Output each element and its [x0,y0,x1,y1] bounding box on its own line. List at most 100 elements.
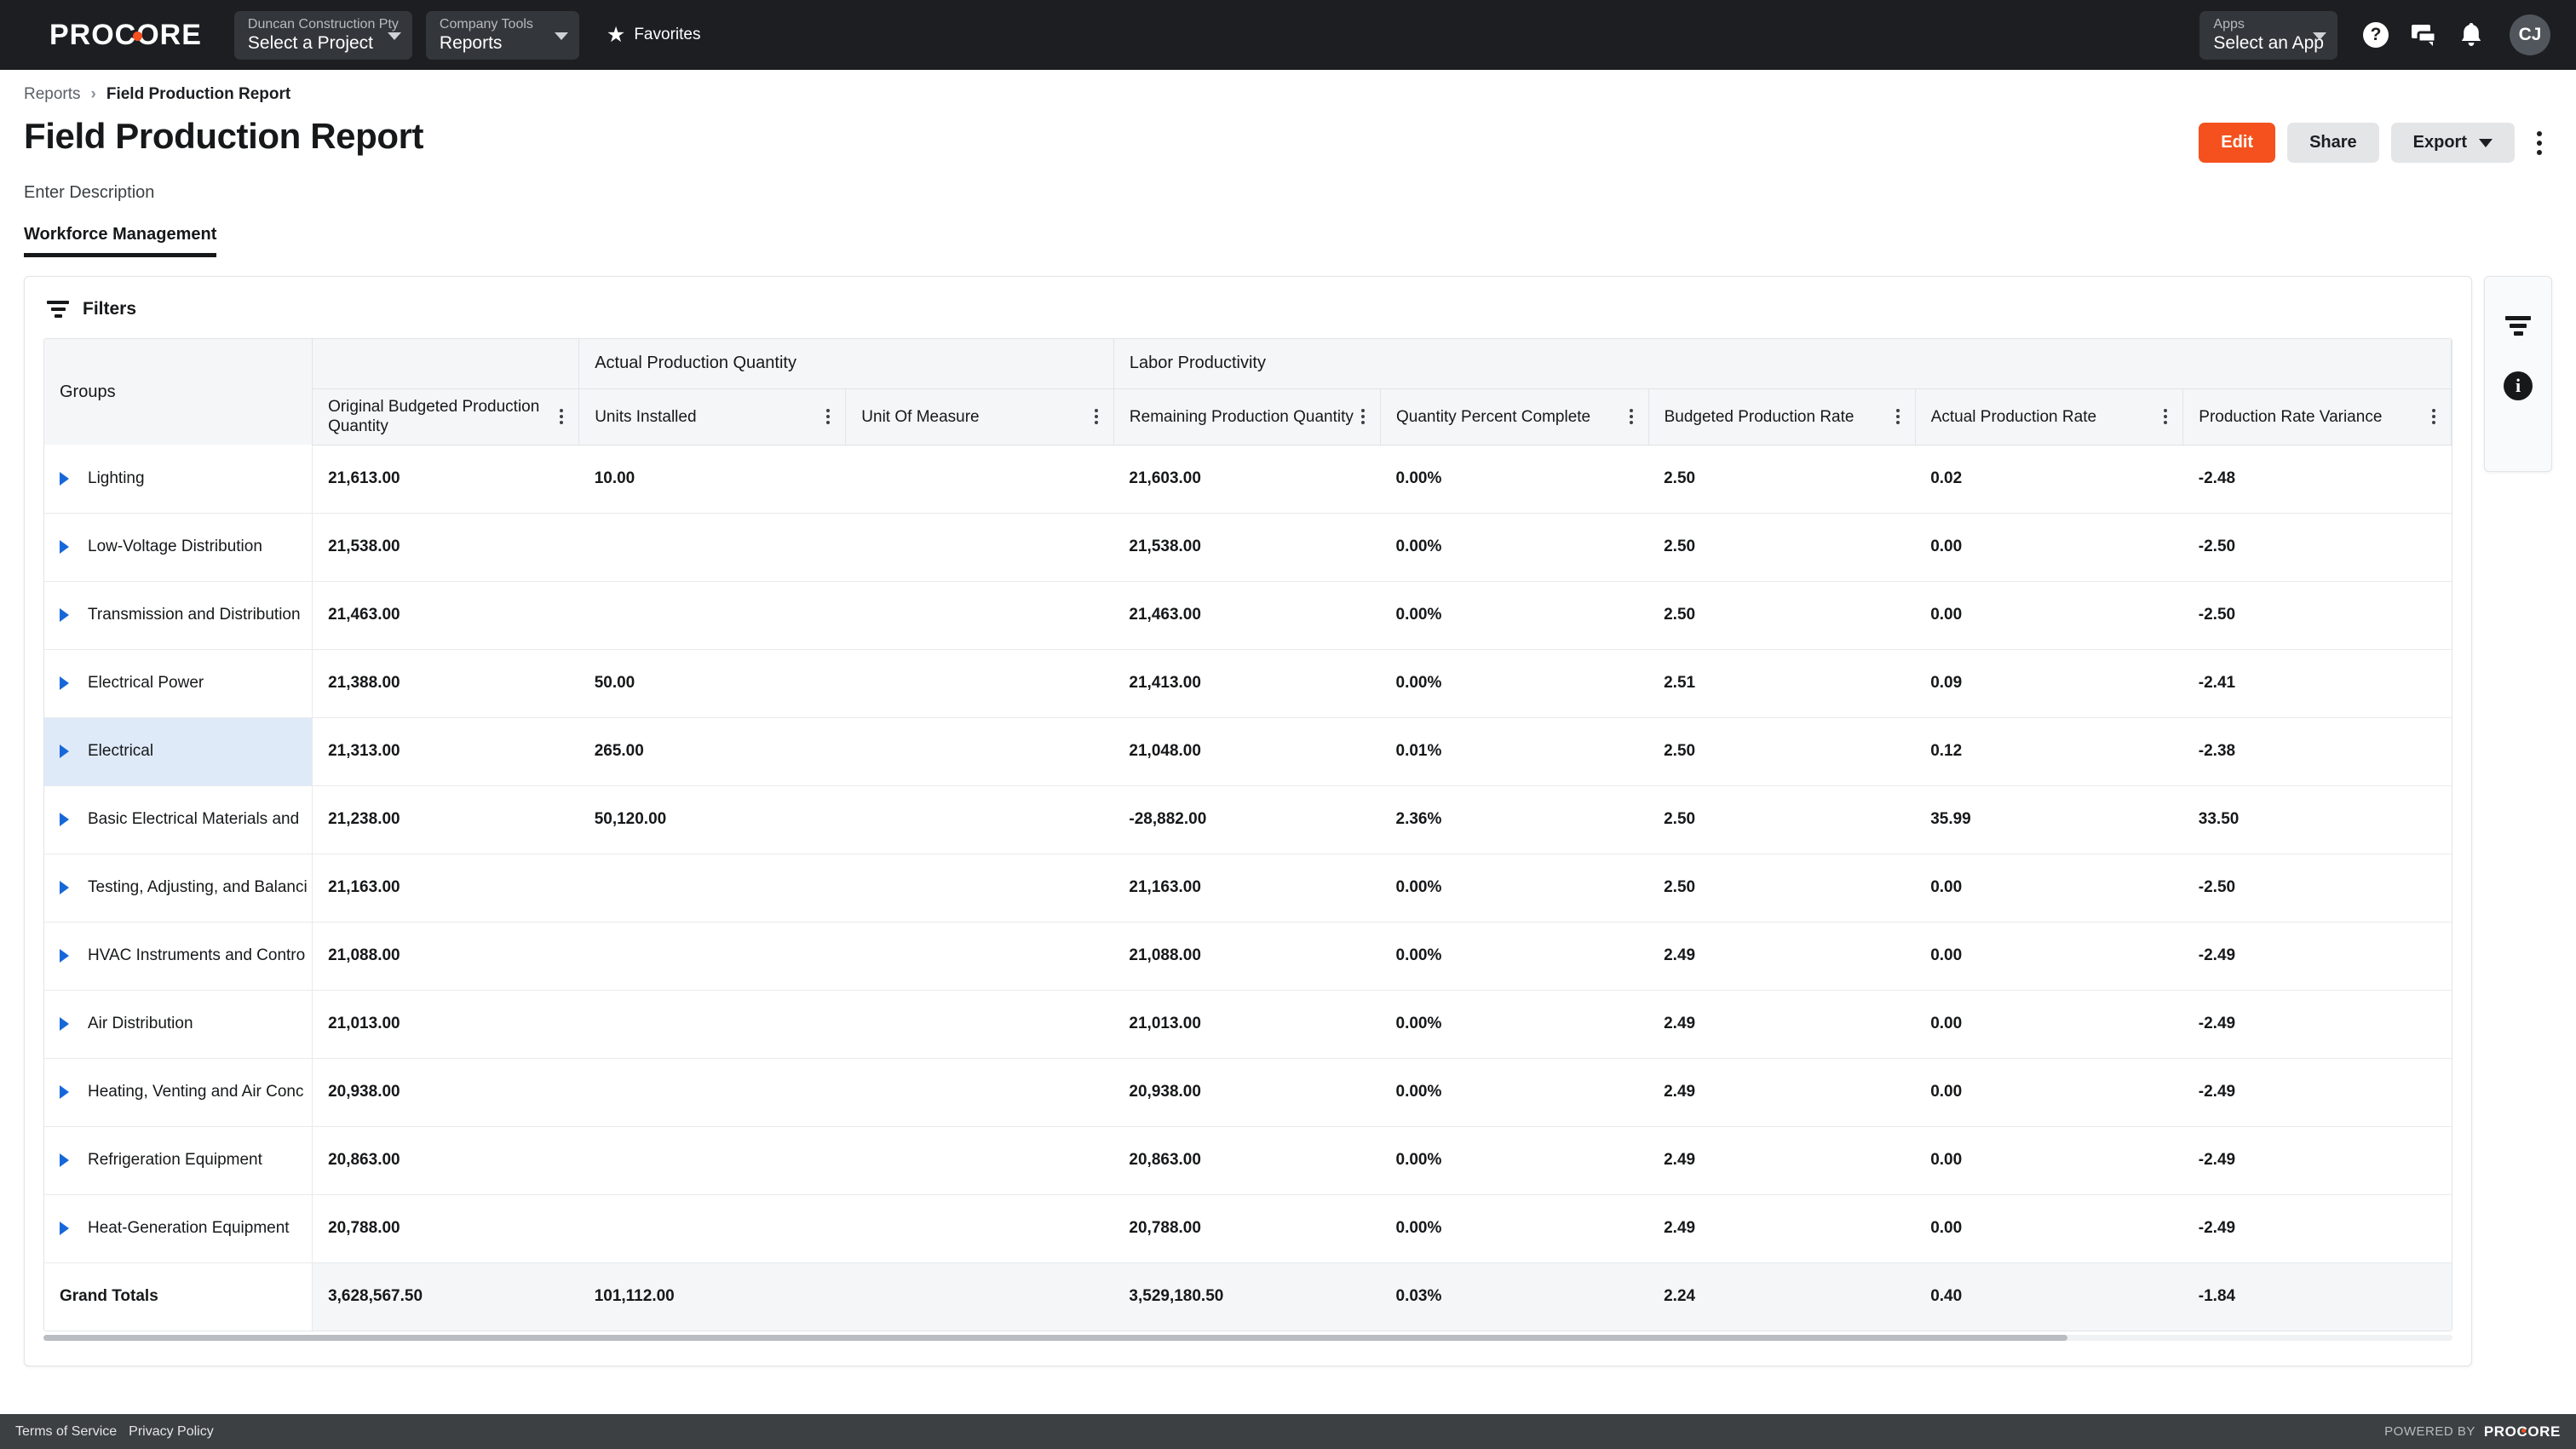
horizontal-scrollbar[interactable] [43,1331,2452,1341]
column-menu-icon[interactable] [1629,409,1633,424]
expand-row-arrow-icon[interactable] [60,471,69,486]
column-menu-icon[interactable] [2164,409,2168,424]
table-cell: -28,882.00 [1113,785,1381,854]
table-cell: 20,788.00 [312,1194,579,1263]
expand-row-arrow-icon[interactable] [60,813,69,826]
table-row[interactable]: Air Distribution 21,013.00 21,013.00 0.00% 2… [44,990,2452,1059]
apps-selector[interactable]: Apps Select an App [2199,10,2337,60]
company-tools-selector[interactable]: Company Tools Reports [425,10,579,60]
expand-row-arrow-icon[interactable] [60,608,69,622]
terms-of-service-link[interactable]: Terms of Service [15,1424,117,1440]
row-group-cell[interactable]: Heating, Venting and Air Conc [44,1058,313,1127]
row-group-cell[interactable]: Basic Electrical Materials and [44,785,313,854]
row-group-cell[interactable]: Testing, Adjusting, and Balanci [44,854,313,923]
table-cell: 0.00% [1380,445,1649,514]
table-cell: 20,938.00 [312,1058,579,1127]
breadcrumb-current: Field Production Report [106,85,291,103]
expand-row-arrow-icon[interactable] [60,881,69,894]
row-group-cell[interactable]: Electrical [44,717,313,786]
column-menu-icon[interactable] [1094,409,1098,424]
messages-button[interactable] [2409,20,2438,49]
table-row[interactable]: Lighting 21,613.00 10.00 21,603.00 0.00% 2.50… [44,445,2452,514]
expand-row-arrow-icon[interactable] [60,745,69,758]
user-avatar[interactable]: CJ [2510,14,2550,55]
privacy-policy-link[interactable]: Privacy Policy [129,1424,214,1440]
kebab-dot [2537,140,2542,146]
expand-row-arrow-icon[interactable] [60,1085,69,1099]
breadcrumb-reports-link[interactable]: Reports [24,85,81,104]
favorites-button[interactable]: ★ Favorites [607,24,701,46]
export-button[interactable]: Export [2390,123,2515,163]
table-row[interactable]: Low-Voltage Distribution 21,538.00 21,538.… [44,513,2452,582]
report-description[interactable]: Enter Description [0,163,2576,203]
table-cell: 50.00 [578,649,846,718]
column-header-text: Production Rate Variance [2199,407,2383,426]
kebab-dot [2537,149,2542,155]
expand-row-arrow-icon[interactable] [60,949,69,963]
project-selector[interactable]: Duncan Construction Pty Select a Project [233,10,412,60]
table-row[interactable]: Electrical 21,313.00 265.00 21,048.00 0.01% 2… [44,717,2452,786]
expand-row-arrow-icon[interactable] [60,1153,69,1167]
notifications-button[interactable] [2457,20,2486,49]
table-cell: 2.50 [1648,513,1916,582]
column-menu-icon[interactable] [1895,409,1900,424]
column-header-text: Units Installed [595,407,697,426]
expand-row-arrow-icon[interactable] [60,540,69,554]
column-menu-icon[interactable] [1361,409,1366,424]
row-group-cell[interactable]: Air Distribution [44,990,313,1059]
table-cell: 0.00 [1915,922,2183,991]
row-group-cell[interactable]: Lighting [44,445,313,514]
column-menu-icon[interactable] [560,409,564,424]
scrollbar-track[interactable] [43,1335,2452,1341]
row-group-cell[interactable]: Refrigeration Equipment [44,1126,313,1195]
row-group-cell[interactable]: Heat-Generation Equipment [44,1194,313,1263]
grand-totals-cell: 0.03% [1380,1262,1649,1331]
table-row[interactable]: Basic Electrical Materials and 21,238.00 5… [44,785,2452,854]
help-button[interactable]: ? [2361,20,2390,49]
table-cell [578,581,846,650]
column-header-quantity-percent-complete[interactable]: Quantity Percent Complete [1380,388,1649,446]
table-row[interactable]: Refrigeration Equipment 20,863.00 20,863.0… [44,1126,2452,1195]
expand-row-arrow-icon[interactable] [60,1222,69,1235]
tab-workforce-management[interactable]: Workforce Management [24,225,217,257]
column-header-budgeted-production-rate[interactable]: Budgeted Production Rate [1648,388,1916,446]
table-row[interactable]: Electrical Power 21,388.00 50.00 21,413.00 0… [44,649,2452,718]
column-header-remaining-production-quantity[interactable]: Remaining Production Quantity [1113,388,1382,446]
kebab-dot [2537,130,2542,136]
table-cell [845,854,1114,923]
table-cell [845,922,1114,991]
breadcrumb: Reports › Field Production Report [0,70,2576,104]
table-row[interactable]: Transmission and Distribution 21,463.00 21… [44,581,2452,650]
edit-button[interactable]: Edit [2199,123,2276,163]
column-menu-icon[interactable] [826,409,831,424]
row-group-cell[interactable]: Low-Voltage Distribution [44,513,313,582]
procore-logo[interactable]: PROCORE [49,19,202,52]
expand-row-arrow-icon[interactable] [60,676,69,690]
filters-label: Filters [83,299,137,319]
table-cell: -2.49 [2182,1194,2452,1263]
table-cell: 2.49 [1648,1126,1916,1195]
scrollbar-thumb[interactable] [43,1335,2067,1341]
table-cell [845,1058,1114,1127]
table-cell: -2.50 [2182,513,2452,582]
row-group-cell[interactable]: HVAC Instruments and Contro [44,922,313,991]
rail-info-button[interactable]: i [2504,371,2533,400]
more-options-button[interactable] [2527,124,2552,162]
rail-filter-button[interactable] [2505,316,2531,336]
row-group-cell[interactable]: Electrical Power [44,649,313,718]
table-row[interactable]: HVAC Instruments and Contro 21,088.00 21,0… [44,922,2452,991]
expand-row-arrow-icon[interactable] [60,1017,69,1031]
column-header-production-rate-variance[interactable]: Production Rate Variance [2182,388,2452,446]
column-header-original-budgeted-production-quantity[interactable]: Original Budgeted Production Quantity [312,388,580,446]
production-table: Groups Actual Production Quantity Labor … [44,339,2452,1331]
row-group-cell[interactable]: Transmission and Distribution [44,581,313,650]
column-menu-icon[interactable] [2432,409,2435,424]
table-row[interactable]: Heating, Venting and Air Conc 20,938.00 20… [44,1058,2452,1127]
table-row[interactable]: Testing, Adjusting, and Balanci 21,163.00… [44,854,2452,923]
filters-toggle[interactable]: Filters [25,277,2471,338]
column-header-unit-of-measure[interactable]: Unit Of Measure [845,388,1114,446]
column-header-units-installed[interactable]: Units Installed [578,388,847,446]
column-header-actual-production-rate[interactable]: Actual Production Rate [1915,388,2184,446]
share-button[interactable]: Share [2287,123,2379,163]
table-row[interactable]: Heat-Generation Equipment 20,788.00 20,788… [44,1194,2452,1263]
